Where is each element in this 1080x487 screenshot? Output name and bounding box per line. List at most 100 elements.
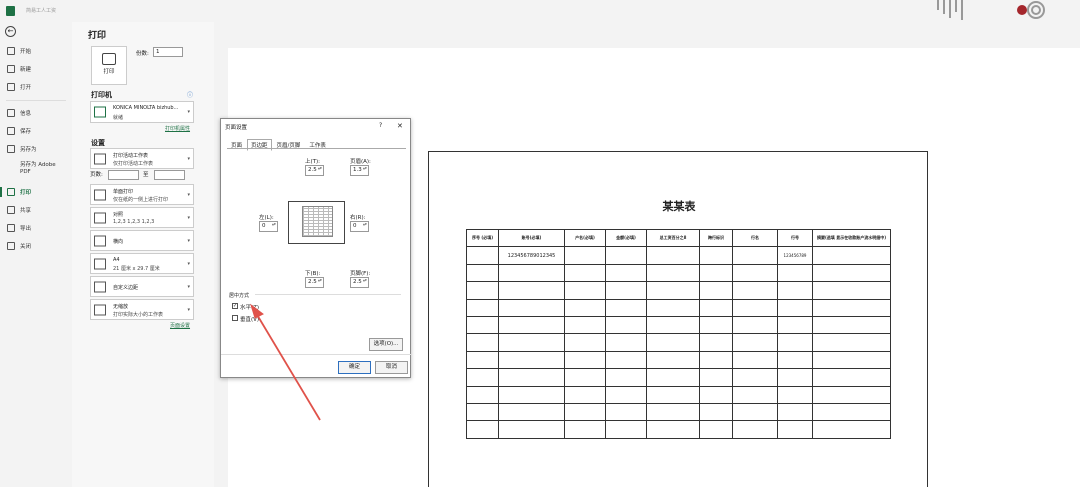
table-cell [812, 350, 891, 370]
nav-new[interactable]: 新建 [0, 62, 72, 76]
folder-open-icon [7, 83, 15, 91]
column-header: 序号 (必填) [466, 228, 499, 248]
table-cell [564, 281, 606, 300]
tab-sheet[interactable]: 工作表 [305, 139, 330, 151]
table-row [466, 263, 891, 283]
table-cell [646, 246, 700, 265]
vertical-checkbox[interactable] [232, 315, 238, 321]
pages-to-input[interactable] [154, 170, 185, 180]
horizontal-checkbox[interactable]: ✓ [232, 303, 238, 309]
table-cell [498, 298, 565, 317]
nav-save-as-pdf[interactable]: 另存为 Adobe PDF [0, 162, 72, 180]
table-cell [646, 281, 700, 300]
left-margin-stepper[interactable]: 0 [259, 221, 278, 232]
table-cell [564, 385, 606, 404]
nav-label: 另存为 [20, 147, 37, 153]
table-cell [466, 420, 499, 439]
table-cell [777, 350, 813, 370]
setting-label: 打印活动工作表 [113, 153, 149, 159]
bottom-margin-label: 下(B): [305, 271, 321, 277]
center-on-page-heading: 居中方式 [229, 292, 252, 299]
bottom-margin-stepper[interactable]: 2.5 [305, 277, 324, 288]
nav-label: 打印 [20, 190, 32, 196]
footer-margin-stepper[interactable]: 2.5 [350, 277, 369, 288]
nav-info[interactable]: 信息 [0, 106, 72, 120]
tab-margins[interactable]: 页边距 [247, 139, 272, 151]
nav-print[interactable]: 打印 [0, 185, 72, 199]
pages-from-input[interactable] [108, 170, 139, 180]
table-cell [699, 298, 733, 317]
scaling-select[interactable]: 无缩放 打印实际大小的工作表 ▾ [90, 299, 194, 320]
scaling-icon [94, 304, 106, 315]
table-cell [777, 368, 813, 387]
table-cell [564, 246, 606, 265]
decorative-banner [937, 0, 1045, 20]
table-cell [732, 350, 778, 370]
table-cell [466, 281, 499, 300]
window-title: 简易工人工资 [26, 8, 57, 14]
options-button[interactable]: 选项(O)... [369, 338, 403, 351]
table-cell [605, 281, 647, 300]
orientation-select[interactable]: 横向 ▾ [90, 230, 194, 251]
divider [221, 354, 412, 355]
table-cell [699, 402, 733, 422]
preview-page: 某某表 序号 (必填) 账号(必填) 户名(必填) 金额(必填) 总工资百分之8… [428, 151, 928, 487]
setting-desc: 21 厘米 x 29.7 厘米 [113, 266, 160, 272]
info-icon[interactable]: ⓘ [187, 90, 193, 99]
page-setup-link[interactable]: 页面设置 [170, 322, 190, 329]
chevron-down-icon: ▾ [187, 214, 190, 221]
paper-size-select[interactable]: A4 21 厘米 x 29.7 厘米 ▾ [90, 253, 194, 274]
table-cell [564, 298, 606, 317]
print-what-select[interactable]: 打印活动工作表 仅打印活动工作表 ▾ [90, 148, 194, 169]
tab-header-footer[interactable]: 页眉/页脚 [273, 139, 305, 151]
copies-input[interactable]: 1 [153, 47, 183, 57]
sides-select[interactable]: 单面打印 仅在纸的一侧上进行打印 ▾ [90, 184, 194, 205]
table-cell [498, 315, 565, 335]
printer-properties-link[interactable]: 打印机属性 [165, 125, 190, 132]
print-button[interactable]: 打印 [91, 46, 127, 85]
table-cell [646, 298, 700, 317]
horizontal-label: 水平(Z) [240, 305, 260, 311]
table-cell [812, 385, 891, 404]
nav-open[interactable]: 打开 [0, 80, 72, 94]
table-cell [732, 402, 778, 422]
printer-status-icon [94, 106, 106, 118]
table-cell [732, 298, 778, 317]
divider [255, 294, 401, 295]
table-cell [812, 315, 891, 335]
margins-select[interactable]: 自定义边距 ▾ [90, 276, 194, 297]
close-button[interactable]: ✕ [397, 122, 403, 130]
nav-save-as[interactable]: 另存为 [0, 142, 72, 156]
chevron-down-icon: ▾ [187, 191, 190, 198]
right-margin-stepper[interactable]: 0 [350, 221, 369, 232]
cancel-button[interactable]: 取消 [375, 361, 408, 374]
nav-share[interactable]: 共享 [0, 203, 72, 217]
table-cell [699, 315, 733, 335]
print-button-label: 打印 [103, 69, 115, 75]
table-row [466, 315, 891, 335]
tab-page[interactable]: 页面 [227, 139, 246, 151]
top-margin-stepper[interactable]: 2.5 [305, 165, 324, 176]
chevron-down-icon: ▾ [187, 306, 190, 313]
collate-icon [94, 212, 106, 223]
printer-select[interactable]: KONICA MINOLTA bizhub... 就绪 ▾ [90, 101, 194, 123]
table-cell [732, 315, 778, 335]
table-cell [466, 368, 499, 387]
nav-home[interactable]: 开始 [0, 44, 72, 58]
nav-save[interactable]: 保存 [0, 124, 72, 138]
column-header: 户名(必填) [564, 228, 606, 248]
margin-preview-grid [302, 206, 333, 237]
ok-button[interactable]: 确定 [338, 361, 371, 374]
table-cell [812, 402, 891, 422]
table-cell [699, 246, 733, 265]
nav-close[interactable]: 关闭 [0, 239, 72, 253]
table-cell [605, 246, 647, 265]
nav-export[interactable]: 导出 [0, 221, 72, 235]
margins-icon [94, 281, 106, 292]
back-arrow-icon[interactable]: ← [5, 26, 16, 37]
table-row: 123456789012345 123456789 [466, 246, 891, 265]
help-button[interactable]: ? [379, 122, 382, 129]
collate-select[interactable]: 对照 1,2,3 1,2,3 1,2,3 ▾ [90, 207, 194, 228]
header-margin-stepper[interactable]: 1.3 [350, 165, 369, 176]
chevron-down-icon: ▾ [187, 260, 190, 267]
